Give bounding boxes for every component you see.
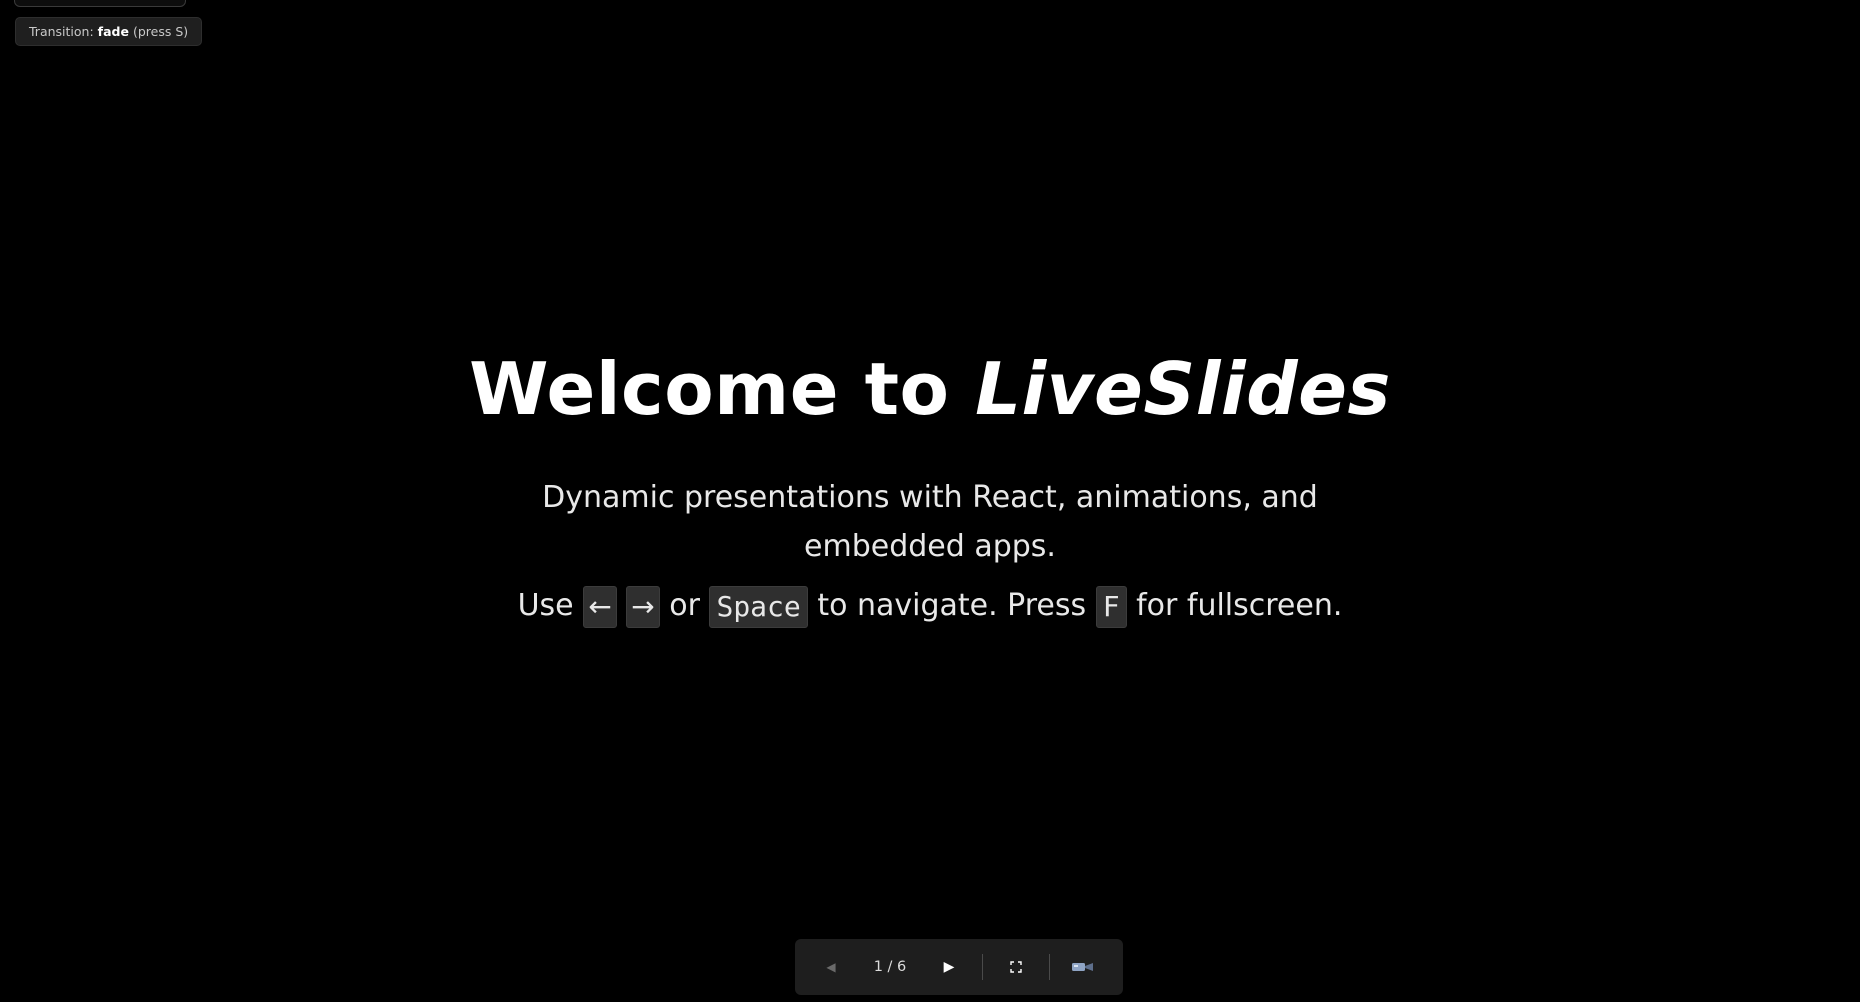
navigation-hint: Use ← → or Space to navigate. Press F fo… [517,585,1343,628]
previous-slide-button[interactable]: ◀ [813,949,849,985]
fullscreen-button[interactable] [998,949,1034,985]
key-space: Space [709,585,808,628]
prev-triangle-icon: ◀ [826,960,836,974]
slide-title-plain: Welcome to [469,347,950,432]
slide-title-emphasis: LiveSlides [975,347,1391,432]
controls-divider [982,954,983,980]
video-camera-icon [1072,963,1093,971]
hint-navigate: to navigate. Press [817,588,1087,624]
slide: Welcome to LiveSlides Dynamic presentati… [0,0,1860,1002]
slide-title: Welcome to LiveSlides [469,350,1391,429]
camera-button[interactable] [1065,949,1101,985]
next-triangle-icon: ▶ [943,959,955,975]
presentation-stage: Transition: fade (press S) Welcome to Li… [0,0,1860,1002]
slide-content: Welcome to LiveSlides Dynamic presentati… [469,350,1390,628]
next-slide-button[interactable]: ▶ [931,949,967,985]
slide-controls-bar: ◀ 1 / 6 ▶ [795,939,1123,995]
key-f: F [1095,585,1127,628]
hint-fullscreen: for fullscreen. [1136,588,1343,624]
hint-use: Use [517,588,574,624]
key-left-arrow: ← [583,585,617,628]
slide-subtitle: Dynamic presentations with React, animat… [542,480,1318,565]
controls-divider-2 [1049,954,1050,980]
fullscreen-icon [1010,961,1022,973]
hint-or: or [669,588,700,624]
page-indicator: 1 / 6 [873,959,907,975]
key-right-arrow: → [626,585,660,628]
